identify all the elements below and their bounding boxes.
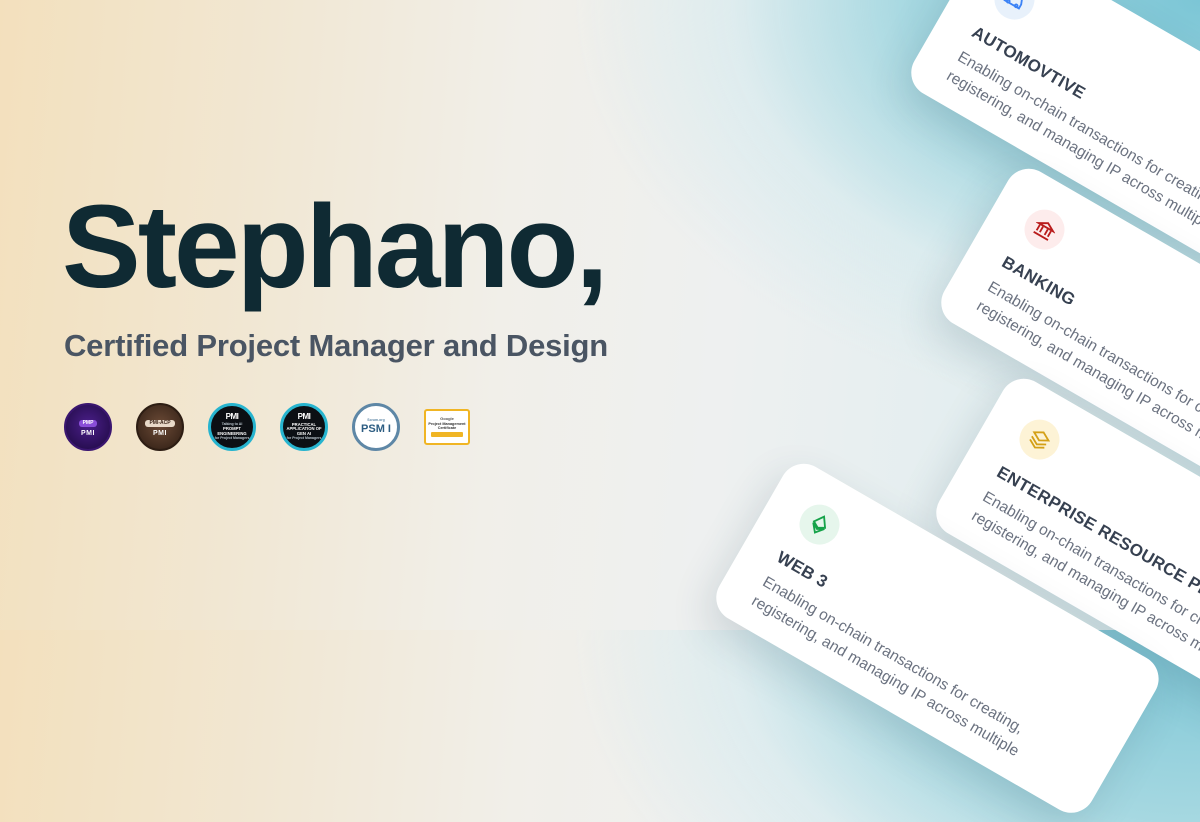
card-icon-wrap — [792, 497, 847, 552]
hero-subtitle: Certified Project Manager and Design — [64, 328, 608, 364]
prompt-engineering-badge-title: PROMPT ENGINEERING — [211, 427, 253, 436]
industry-card-desc: Enabling on-chain transactions for creat… — [747, 572, 1081, 791]
pmi-acp-badge-issuer: PMI — [153, 430, 167, 437]
layers-icon — [1024, 425, 1054, 455]
prompt-engineering-badge-sub: for Project Managers — [215, 437, 250, 441]
psm-badge-label: PSM I — [361, 424, 391, 436]
gen-ai-badge-mark: PMI — [298, 413, 311, 421]
pmp-badge-issuer: PMI — [81, 430, 95, 437]
gen-ai-badge-title: PRACTICAL APPLICATION OF GEN AI — [283, 423, 325, 436]
google-pm-badge-ribbon — [431, 432, 463, 437]
card-icon-wrap — [987, 0, 1042, 27]
gen-ai-badge-sub: for Project Managers — [287, 437, 322, 441]
car-icon — [999, 0, 1029, 15]
google-pm-badge: Google Project Management Certificate — [424, 409, 470, 445]
card-icon-wrap — [1017, 202, 1072, 257]
pmi-acp-badge-label: PMI-ACP — [145, 420, 174, 427]
google-pm-badge-title: Project Management Certificate — [426, 422, 468, 430]
psm-badge-org: Scrum.org — [367, 419, 385, 423]
prompt-engineering-badge: PMI Talking to AI PROMPT ENGINEERING for… — [208, 403, 256, 451]
pmi-acp-badge: PMI-ACP PMI — [136, 403, 184, 451]
gen-ai-badge: PMI PRACTICAL APPLICATION OF GEN AI for … — [280, 403, 328, 451]
psm-badge: Scrum.org PSM I — [352, 403, 400, 451]
hero-name: Stephano, — [62, 188, 605, 306]
pmp-badge-label: PMP — [79, 420, 98, 427]
card-icon-wrap — [1012, 412, 1067, 467]
prompt-engineering-badge-mark: PMI — [226, 413, 239, 421]
pmp-badge: PMP PMI — [64, 403, 112, 451]
certification-badges: PMP PMI PMI-ACP PMI PMI Talking to AI PR… — [64, 403, 470, 451]
bank-icon — [1029, 215, 1059, 245]
ethereum-icon — [804, 510, 834, 540]
